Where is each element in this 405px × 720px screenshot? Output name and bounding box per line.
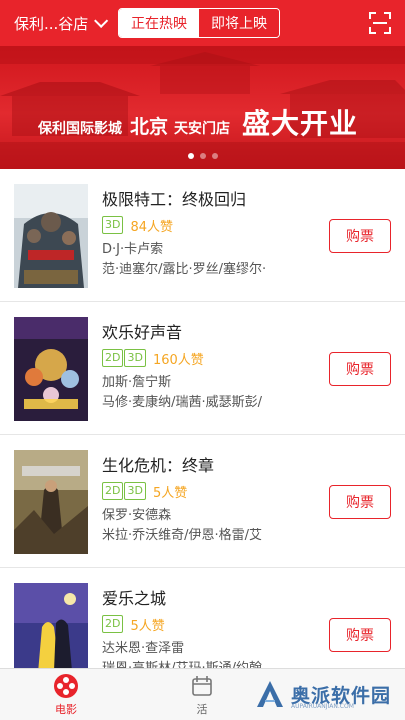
cinema-name: 保利...谷店 bbox=[14, 14, 89, 33]
nav-label: 电影 bbox=[55, 703, 77, 716]
movie-row[interactable]: 爱乐之城 2D 5人赞 达米恩·查泽雷 瑞恩·高斯林/艾玛·斯通/约翰 购票 bbox=[0, 568, 405, 668]
likes-count: 84人赞 bbox=[130, 219, 174, 235]
movie-director: 达米恩·查泽雷 bbox=[102, 641, 185, 656]
movie-tags: 2D 5人赞 bbox=[102, 612, 302, 636]
movie-poster[interactable] bbox=[14, 583, 88, 668]
movie-poster[interactable] bbox=[14, 317, 88, 421]
movie-row[interactable]: 极限特工：终极回归 3D 84人赞 D·J·卡卢索 范·迪塞尔/露比·罗丝/塞缪… bbox=[0, 169, 405, 302]
top-bar: 保利...谷店 正在热映 即将上映 bbox=[0, 0, 405, 46]
banner-brand: 保利国际影城 bbox=[38, 121, 122, 137]
movie-cast: 瑞恩·高斯林/艾玛·斯通/约翰 bbox=[102, 659, 298, 668]
scan-icon[interactable] bbox=[369, 12, 391, 34]
movie-tags: 3D 84人赞 bbox=[102, 213, 302, 237]
showing-tabs: 正在热映 即将上映 bbox=[118, 8, 280, 38]
likes-count: 5人赞 bbox=[130, 618, 165, 634]
format-tag: 3D bbox=[124, 349, 146, 367]
carousel-dot[interactable] bbox=[187, 153, 194, 159]
likes-count: 160人赞 bbox=[152, 352, 204, 368]
cinema-selector[interactable]: 保利...谷店 bbox=[0, 13, 112, 34]
movie-title: 生化危机：终章 bbox=[102, 456, 215, 475]
movie-title: 爱乐之城 bbox=[102, 589, 167, 608]
likes-count: 5人赞 bbox=[152, 485, 188, 501]
movie-info: 极限特工：终极回归 3D 84人赞 D·J·卡卢索 范·迪塞尔/露比·罗丝/塞缪… bbox=[102, 189, 302, 280]
banner-slogan: 盛大开业 bbox=[242, 107, 359, 140]
movie-info: 生化危机：终章 2D 3D 5人赞 保罗·安德森 米拉·乔沃维奇/伊恩·格雷/艾 bbox=[102, 455, 302, 546]
watermark-logo-icon bbox=[256, 681, 283, 707]
nav-label: 活 bbox=[196, 703, 208, 716]
format-tag: 3D bbox=[102, 216, 124, 234]
banner-store: 天安门店 bbox=[174, 121, 231, 137]
movie-list: 极限特工：终极回归 3D 84人赞 D·J·卡卢索 范·迪塞尔/露比·罗丝/塞缪… bbox=[0, 169, 405, 668]
movie-cast: 马修·麦康纳/瑞茜·威瑟斯彭/ bbox=[102, 395, 263, 410]
movie-row[interactable]: 欢乐好声音 2D 3D 160人赞 加斯·詹宁斯 马修·麦康纳/瑞茜·威瑟斯彭/… bbox=[0, 302, 405, 435]
promo-banner[interactable]: 保利国际影城 北京 天安门店 盛大开业 bbox=[0, 46, 405, 169]
buy-ticket-button[interactable]: 购票 bbox=[329, 352, 391, 386]
tab-now-showing[interactable]: 正在热映 bbox=[119, 9, 199, 37]
activity-icon bbox=[192, 676, 212, 696]
chevron-down-icon bbox=[94, 13, 109, 28]
site-watermark: 奥派软件园 AUPAIRUANJIAN.COM bbox=[255, 679, 391, 710]
carousel-dot[interactable] bbox=[199, 153, 206, 159]
movie-cast: 米拉·乔沃维奇/伊恩·格雷/艾 bbox=[102, 528, 263, 543]
nav-item-movie[interactable]: 电影 bbox=[36, 673, 96, 717]
banner-city: 北京 bbox=[130, 116, 169, 138]
carousel-dot[interactable] bbox=[211, 153, 218, 159]
format-tag: 2D bbox=[102, 482, 124, 500]
movie-tags: 2D 3D 160人赞 bbox=[102, 346, 302, 370]
movie-title: 极限特工：终极回归 bbox=[102, 190, 247, 209]
buy-ticket-button[interactable]: 购票 bbox=[329, 485, 391, 519]
tab-coming-soon[interactable]: 即将上映 bbox=[199, 9, 279, 37]
nav-item-activity[interactable]: 活 bbox=[172, 673, 232, 717]
film-reel-icon bbox=[54, 674, 78, 698]
movie-director: D·J·卡卢索 bbox=[102, 242, 164, 257]
movie-info: 欢乐好声音 2D 3D 160人赞 加斯·詹宁斯 马修·麦康纳/瑞茜·威瑟斯彭/ bbox=[102, 322, 302, 413]
movie-director: 加斯·詹宁斯 bbox=[102, 375, 172, 390]
movie-title: 欢乐好声音 bbox=[102, 323, 183, 342]
movie-poster[interactable] bbox=[14, 184, 88, 288]
format-tag: 2D bbox=[102, 349, 124, 367]
movie-poster[interactable] bbox=[14, 450, 88, 554]
movie-tags: 2D 3D 5人赞 bbox=[102, 479, 302, 503]
movie-info: 爱乐之城 2D 5人赞 达米恩·查泽雷 瑞恩·高斯林/艾玛·斯通/约翰 bbox=[102, 588, 302, 668]
carousel-indicator bbox=[0, 153, 405, 159]
banner-headline: 保利国际影城 北京 天安门店 盛大开业 bbox=[38, 102, 358, 142]
watermark-subtext: AUPAIRUANJIAN.COM bbox=[290, 703, 354, 710]
bottom-nav: 电影 活 奥派软件园 AUPAIRUANJIAN.COM bbox=[0, 668, 405, 720]
format-tag: 2D bbox=[102, 615, 124, 633]
movie-cast: 范·迪塞尔/露比·罗丝/塞缪尔· bbox=[102, 262, 267, 277]
buy-ticket-button[interactable]: 购票 bbox=[329, 618, 391, 652]
format-tag: 3D bbox=[124, 482, 146, 500]
movie-row[interactable]: 生化危机：终章 2D 3D 5人赞 保罗·安德森 米拉·乔沃维奇/伊恩·格雷/艾… bbox=[0, 435, 405, 568]
movie-director: 保罗·安德森 bbox=[102, 508, 172, 523]
buy-ticket-button[interactable]: 购票 bbox=[329, 219, 391, 253]
